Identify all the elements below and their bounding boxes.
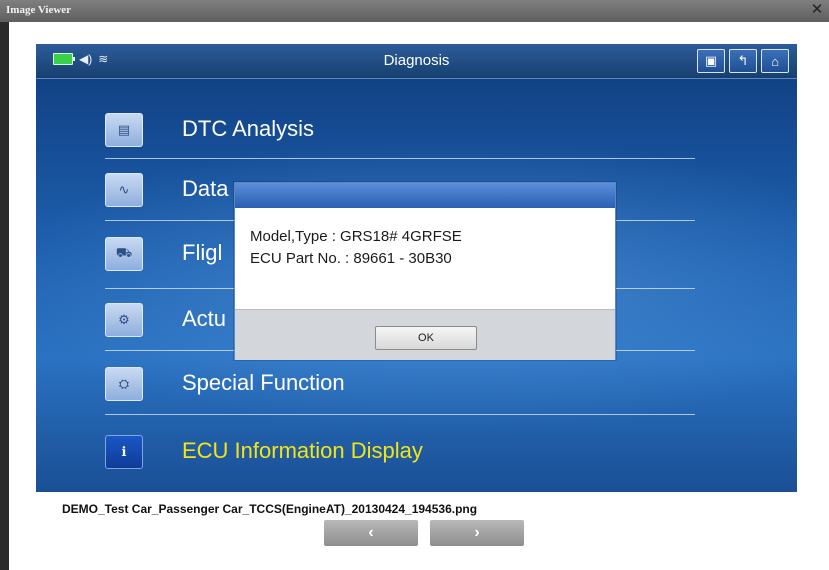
screen-title: Diagnosis (383, 52, 450, 69)
data-waveform-icon: ∿ (105, 173, 143, 207)
special-car-icon: ⛭ (105, 367, 143, 401)
window-title: Image Viewer (6, 4, 72, 16)
menu-item-dtc-analysis[interactable]: ▤ DTC Analysis (105, 106, 695, 154)
dialog-titlebar (235, 183, 615, 208)
menu-item-label: Data (182, 176, 229, 201)
menu-item-special-function[interactable]: ⛭ Special Function (105, 360, 695, 408)
next-image-button[interactable]: › (430, 520, 524, 546)
model-type-text: Model,Type : GRS18# 4GRFSE (250, 228, 462, 245)
menu-item-label: Special Function (182, 370, 345, 395)
close-icon[interactable]: ✕ (809, 2, 825, 18)
menu-item-label: Fligl (182, 240, 223, 265)
dialog-body: Model,Type : GRS18# 4GRFSE ECU Part No. … (235, 208, 615, 309)
engine-icon: ▤ (105, 113, 143, 147)
car-flight-icon: ⛟ (105, 237, 143, 271)
menu-item-ecu-information-display[interactable]: ℹ ECU Information Display (105, 428, 695, 476)
screenshot-icon[interactable]: ▣ (697, 49, 725, 73)
image-filename: DEMO_Test Car_Passenger Car_TCCS(EngineA… (62, 502, 478, 516)
dialog-footer: OK (235, 309, 615, 360)
toolbar-buttons: ▣ ↰ ⌂ (697, 49, 789, 73)
window-titlebar: Image Viewer ✕ (0, 0, 829, 22)
divider (105, 158, 695, 159)
ok-button[interactable]: OK (375, 326, 477, 350)
menu-item-label: ECU Information Display (182, 438, 423, 463)
home-icon[interactable]: ⌂ (761, 49, 789, 73)
ecu-info-dialog: Model,Type : GRS18# 4GRFSE ECU Part No. … (234, 182, 616, 360)
menu-item-label: DTC Analysis (182, 116, 315, 141)
back-icon[interactable]: ↰ (729, 49, 757, 73)
ecu-info-icon: ℹ (105, 435, 143, 469)
previous-image-button[interactable]: ‹ (324, 520, 418, 546)
actuator-car-icon: ⚙ (105, 303, 143, 337)
ecu-part-number-text: ECU Part No. : 89661 - 30B30 (250, 250, 452, 267)
left-edge (0, 0, 9, 570)
divider (105, 414, 695, 415)
menu-item-label: Actu (182, 306, 227, 331)
device-topbar: ◀) ≋ Diagnosis ▣ ↰ ⌂ (36, 44, 797, 79)
